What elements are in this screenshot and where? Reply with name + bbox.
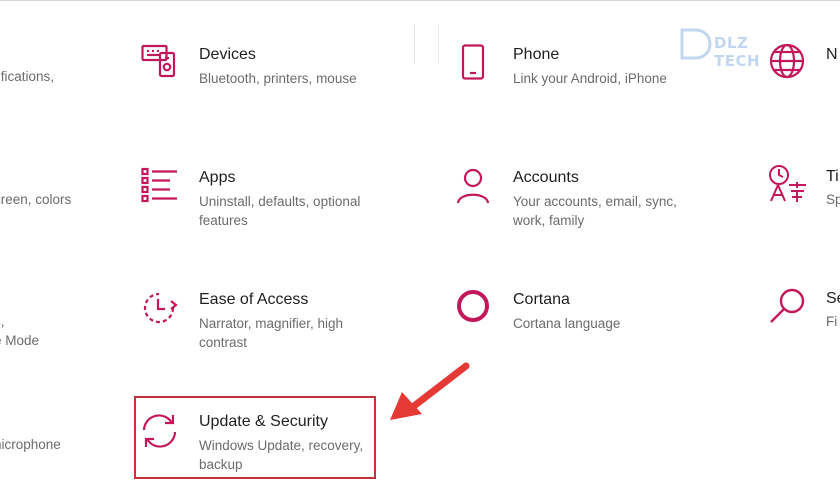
tile-description: Your accounts, email, sync, work, family [513, 194, 677, 228]
tile-title: Ti [826, 168, 839, 185]
arrow-icon [388, 360, 472, 426]
divider [414, 24, 415, 64]
tile-title: Phone [513, 46, 560, 63]
ease-of-access-icon [141, 289, 181, 329]
top-divider [0, 0, 840, 1]
phone-icon [455, 44, 495, 84]
settings-tile-accounts[interactable]: Accounts Your accounts, email, sync, wor… [455, 167, 705, 231]
tile-description: Bluetooth, printers, mouse [199, 71, 357, 86]
apps-icon [141, 167, 181, 207]
tile-description: Cortana language [513, 316, 621, 331]
tile-title: Devices [199, 46, 256, 63]
tile-title: Apps [199, 169, 236, 186]
search-icon [768, 287, 808, 327]
tile-description: Fi [826, 314, 838, 329]
tile-title: Se [826, 290, 840, 307]
tile-title: N [826, 46, 838, 63]
tile-title: Ease of Access [199, 291, 309, 308]
tile-description: Link your Android, iPhone [513, 71, 667, 86]
partial-desc: nicrophone [0, 437, 61, 452]
partial-desc: e Mode [0, 333, 40, 348]
settings-tile-ease-of-access[interactable]: Ease of Access Narrator, magnifier, high… [141, 289, 391, 353]
settings-tile-cortana[interactable]: Cortana Cortana language [455, 289, 705, 339]
partial-desc: s, [0, 314, 5, 329]
tile-title: Accounts [513, 169, 579, 186]
highlight-box [134, 396, 376, 479]
settings-tile-apps[interactable]: Apps Uninstall, defaults, optional featu… [141, 167, 391, 231]
settings-tile-devices[interactable]: Devices Bluetooth, printers, mouse [141, 44, 391, 94]
devices-icon [141, 44, 181, 84]
tile-description: Uninstall, defaults, optional features [199, 194, 361, 228]
settings-tile-phone[interactable]: Phone Link your Android, iPhone [455, 44, 705, 94]
divider [438, 24, 439, 64]
cortana-icon [455, 289, 495, 329]
partial-desc: creen, colors [0, 192, 72, 207]
time-language-icon [768, 164, 808, 204]
watermark-logo: DLZ TECH [672, 26, 800, 70]
tile-description: Sp [826, 192, 840, 207]
accounts-icon [455, 167, 495, 207]
tile-title: Cortana [513, 291, 570, 308]
partial-desc: tifications, [0, 69, 55, 84]
tile-description: Narrator, magnifier, high contrast [199, 316, 344, 350]
watermark-text: DLZ TECH [714, 34, 761, 70]
